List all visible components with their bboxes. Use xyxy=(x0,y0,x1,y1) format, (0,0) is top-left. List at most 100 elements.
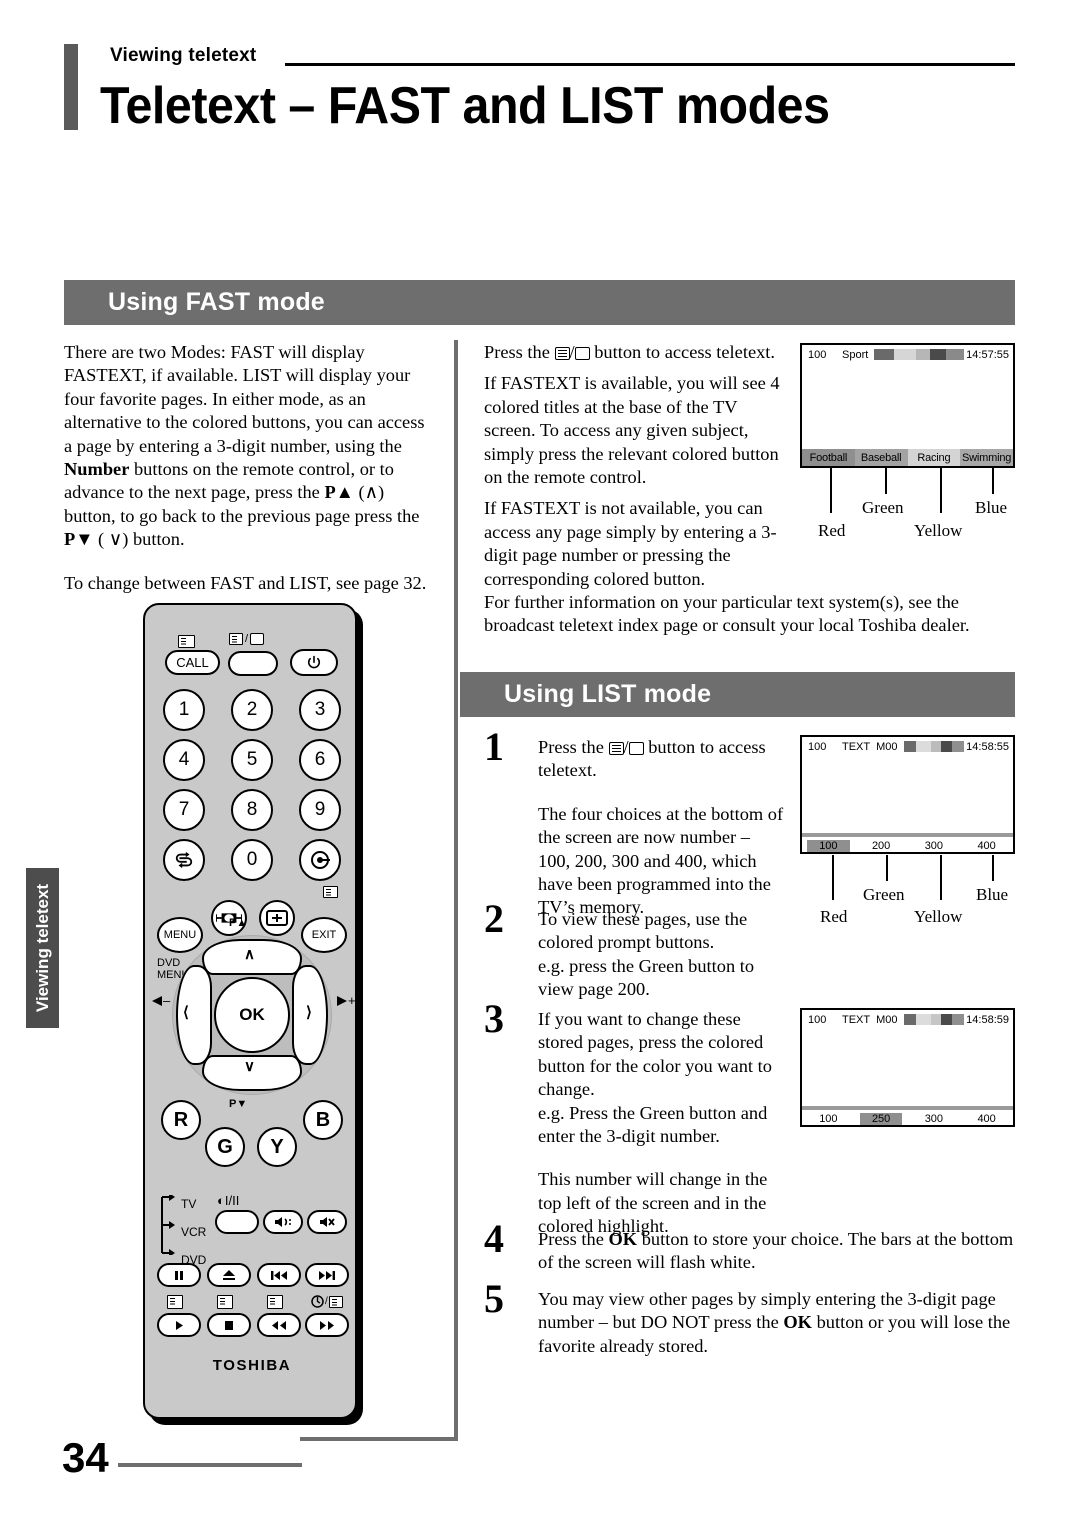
figure-list-screen-2: 100 TEXT M00 14:58:59 100 250 300 400 xyxy=(800,1008,1015,1127)
list-step-1-p1-a: Press the xyxy=(538,737,609,757)
chevron-up-icon: ∧ xyxy=(244,946,255,963)
green-color-button[interactable]: G xyxy=(205,1127,245,1167)
leader-line-blue xyxy=(992,468,994,494)
previous-track-button[interactable] xyxy=(257,1263,301,1287)
page-header: Viewing teletext Teletext – FAST and LIS… xyxy=(0,0,1080,170)
page-title: Teletext – FAST and LIST modes xyxy=(100,77,830,135)
fast-p1-bold-pup: P▲ xyxy=(324,482,354,503)
sound-effect-button[interactable] xyxy=(263,1210,303,1234)
fast-p1-bold-pdn: P▼ xyxy=(64,529,94,550)
device-mode-vcr: VCR xyxy=(181,1225,207,1239)
leader-label-yellow: Yellow xyxy=(914,907,963,926)
list-step-2-p1: To view these pages, use the colored pro… xyxy=(538,909,748,953)
tv-status-row: 100 Sport 14:57:55 xyxy=(802,345,1013,364)
tv-blank-area xyxy=(802,364,1013,449)
tv-prompt-green-label: 250 xyxy=(859,1113,903,1125)
eject-button[interactable] xyxy=(207,1263,251,1287)
screen-square-icon xyxy=(628,742,644,755)
leader-label-blue: Blue xyxy=(976,885,1009,904)
skip-back-icon xyxy=(271,1270,287,1280)
key-3[interactable]: 3 xyxy=(299,689,341,731)
brand-logo: TOSHIBA xyxy=(212,1357,292,1374)
column-divider-vertical xyxy=(454,340,458,1441)
red-color-button[interactable]: R xyxy=(161,1100,201,1140)
skip-forward-icon xyxy=(319,1270,335,1280)
fast-paragraph-1: There are two Modes: FAST will display F… xyxy=(64,341,428,552)
tv-sub-label: M00 xyxy=(876,1013,898,1026)
teletext-button[interactable] xyxy=(228,651,278,676)
list-step-5-ok-bold: OK xyxy=(783,1312,812,1333)
section-header-list: Using LIST mode xyxy=(460,672,1015,717)
stop-icon xyxy=(225,1320,233,1330)
list-step-3: 3 If you want to change these stored pag… xyxy=(484,999,784,1239)
key-9[interactable]: 9 xyxy=(299,789,341,831)
key-4[interactable]: 4 xyxy=(163,739,205,781)
tv-prompt-red-label: 100 xyxy=(819,1113,838,1125)
yellow-color-button[interactable]: Y xyxy=(257,1127,297,1167)
tv-prompt-blue-label: 400 xyxy=(977,1113,996,1125)
input-source-icon xyxy=(311,851,330,869)
section-header-list-label: Using LIST mode xyxy=(504,680,712,708)
screen-format-button[interactable] xyxy=(259,900,295,936)
tv-prompt-blue: 400 xyxy=(960,1112,1013,1125)
key-0[interactable]: 0 xyxy=(231,839,273,881)
sound-mode-button[interactable] xyxy=(215,1210,259,1234)
key-7[interactable]: 7 xyxy=(163,789,205,831)
speaker-icon xyxy=(275,1217,291,1227)
stop-button[interactable] xyxy=(207,1313,251,1337)
screen-square-icon xyxy=(574,347,590,360)
power-icon xyxy=(307,655,321,668)
page-number-rule xyxy=(118,1463,302,1467)
tv-prompt-blue: Swimming xyxy=(960,449,1013,466)
p-up-label: P▲ xyxy=(229,917,248,929)
input-source-button[interactable] xyxy=(299,839,341,881)
section-header-fast: Using FAST mode xyxy=(64,280,1015,325)
eject-icon xyxy=(223,1270,235,1280)
previous-channel-button[interactable] xyxy=(163,839,205,881)
figure-fast-screen: 100 Sport 14:57:55 Football Baseball Rac… xyxy=(800,343,1015,540)
key-5[interactable]: 5 xyxy=(231,739,273,781)
power-button[interactable] xyxy=(290,649,338,676)
key-1[interactable]: 1 xyxy=(163,689,205,731)
fast-forward-button[interactable] xyxy=(305,1313,349,1337)
list-step-4-number: 4 xyxy=(484,1216,504,1261)
rewind-icon xyxy=(272,1320,286,1330)
list-step-1-body: Press the / button to access teletext. T… xyxy=(538,736,784,920)
tv-clock: 14:58:55 xyxy=(966,740,1009,753)
tv-prompt-row-list: 100 200 300 400 xyxy=(802,833,1013,852)
rewind-button[interactable] xyxy=(257,1313,301,1337)
leader-line-red xyxy=(830,468,832,513)
pause-icon xyxy=(175,1270,183,1280)
tv-prompt-yellow-label: 300 xyxy=(924,840,944,852)
leader-line-blue xyxy=(992,855,994,881)
fast-mid-paragraph-2: If FASTEXT is available, you will see 4 … xyxy=(484,373,780,488)
pause-button[interactable] xyxy=(157,1263,201,1287)
list-step-4-ok-bold: OK xyxy=(608,1229,638,1249)
key-6[interactable]: 6 xyxy=(299,739,341,781)
leader-line-red xyxy=(832,855,834,900)
list-step-3-p2: e.g. Press the Green button and enter th… xyxy=(538,1102,768,1147)
mute-button[interactable] xyxy=(307,1210,347,1234)
tv-prompt-red: 100 xyxy=(802,839,855,852)
next-track-button[interactable] xyxy=(305,1263,349,1287)
fast-p1-part-a: There are two Modes: FAST will display F… xyxy=(64,342,425,456)
mute-icon xyxy=(320,1217,335,1227)
play-button[interactable] xyxy=(157,1313,201,1337)
list-step-5: 5 You may view other pages by simply ent… xyxy=(484,1279,1016,1358)
sound-mode-label: ◐I/II xyxy=(217,1193,240,1208)
list-step-2-body: To view these pages, use the colored pro… xyxy=(538,908,784,1002)
key-8[interactable]: 8 xyxy=(231,789,273,831)
leader-label-red: Red xyxy=(818,521,846,540)
header-accent-bar xyxy=(64,44,78,130)
list-step-2-p2: e.g. press the Green button to view page… xyxy=(538,955,755,1000)
blue-color-button[interactable]: B xyxy=(303,1100,343,1140)
fast-p1-part-d: ( ∨) button. xyxy=(93,529,185,550)
teletext-icon xyxy=(608,742,624,755)
chevron-right-icon: ⟩ xyxy=(306,1004,312,1021)
ok-button[interactable]: OK xyxy=(214,977,290,1053)
list-step-5-number: 5 xyxy=(484,1276,504,1321)
fast-mid-p1-part-a: Press the xyxy=(484,342,555,362)
dpad-left-button[interactable] xyxy=(176,965,212,1065)
call-button[interactable]: CALL xyxy=(165,650,220,675)
key-2[interactable]: 2 xyxy=(231,689,273,731)
